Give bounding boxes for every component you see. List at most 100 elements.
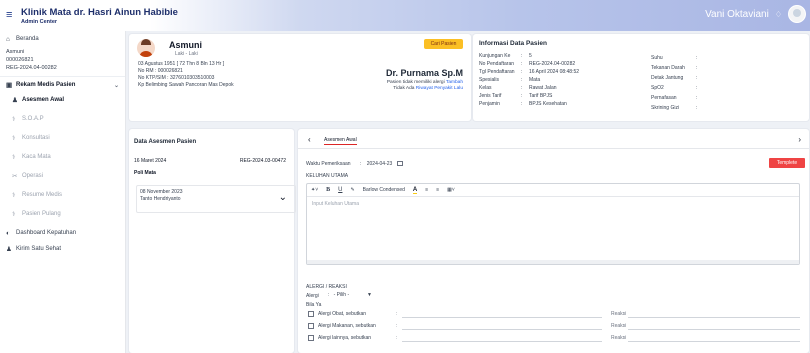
sidebar-item-label: Rekam Medis Pasien <box>16 82 76 88</box>
keluhan-editor[interactable]: ✦˅ B U ✎ Barlow Condensed A ≡ ≡ ▦˅ Input… <box>306 183 800 265</box>
calendar-icon[interactable] <box>396 161 403 167</box>
alergi-lainnya-row[interactable]: Alergi lainnya, sebutkan : Reaksi : <box>306 334 801 342</box>
font-select[interactable]: Barlow Condensed <box>363 187 405 193</box>
sidebar: ⌂ Beranda Asmuni 000026821 REG-2024.04-0… <box>0 31 126 353</box>
data-asesmen-title: Data Asesmen Pasien <box>134 139 197 145</box>
stethoscope-icon: ⚕ <box>12 192 16 199</box>
stethoscope-icon: ⚕ <box>12 154 16 161</box>
info-row: Kelas: Rawat Jalan <box>479 85 557 91</box>
waktu-label: Waktu Pemeriksaan <box>306 161 351 167</box>
bila-ya-label: Bila Ya <box>306 302 322 308</box>
bell-icon[interactable]: ♢ <box>775 10 782 19</box>
user-name: Vani Oktaviani <box>705 8 769 20</box>
item-name: Tanto Hendriyanto <box>140 196 181 202</box>
sidebar-item-kaca-mata[interactable]: ⚕ Kaca Mata <box>0 151 125 163</box>
app-subtitle: Admin Center <box>21 18 58 25</box>
info-title: Informasi Data Pasien <box>479 40 547 47</box>
sidebar-item-rekam-medis[interactable]: ▣ Rekam Medis Pasien ⌄ <box>0 79 125 91</box>
patient-avatar <box>137 39 155 57</box>
allergy-note: Pasien tidak memiliki alergi Tambah Tida… <box>387 80 463 92</box>
info-row: Kunjungan Ke:5 <box>479 53 532 59</box>
sidebar-patient-reg: REG-2024.04-00282 <box>6 65 57 71</box>
asesmen-poli: Poli Mata <box>134 170 156 176</box>
chevron-right-icon[interactable]: › <box>798 135 801 144</box>
history-link[interactable]: Riwayat Penyakit Lalu <box>416 86 463 91</box>
chevron-down-icon[interactable]: ⌄ <box>279 192 287 203</box>
sidebar-item-satusehat[interactable]: ♟ Kirim Satu Sehat <box>0 243 125 255</box>
sidebar-item-label: Asesmen Awal <box>22 97 65 103</box>
stethoscope-icon: ⚕ <box>12 135 16 142</box>
alergi-lainnya-input[interactable] <box>402 341 602 342</box>
alergi-obat-checkbox[interactable] <box>308 311 314 317</box>
sidebar-item-label: Resume Medis <box>22 192 63 198</box>
asesmen-entry[interactable]: 16 Maret 2024 REG-2024.03-00472 Poli Mat… <box>134 158 296 213</box>
chevron-down-icon: ▼ <box>367 292 372 298</box>
underline-icon[interactable]: U <box>338 187 342 193</box>
chevron-left-icon[interactable]: ‹ <box>308 135 311 144</box>
user-menu[interactable]: Vani Oktaviani ♢ <box>705 5 806 23</box>
alergi-obat-row[interactable]: Alergi Obat, sebutkan : Reaksi : <box>306 310 801 318</box>
patient-card: Asmuni Laki - Laki 03 Agustus 1951 [ 72 … <box>129 34 471 121</box>
reaksi-obat-input[interactable] <box>628 317 800 318</box>
sidebar-item-konsultasi[interactable]: ⚕ Konsultasi <box>0 132 125 144</box>
cari-pasien-button[interactable]: Cari Pasien <box>424 39 463 49</box>
data-asesmen-card: Data Asesmen Pasien 16 Maret 2024 REG-20… <box>129 129 296 353</box>
sidebar-item-operasi[interactable]: ✂ Operasi <box>0 170 125 182</box>
alergi-select[interactable]: : - Pilih - ▼ <box>328 292 374 300</box>
user-icon: ♟ <box>12 97 18 104</box>
item-date: 08 November 2023 <box>140 189 183 195</box>
sidebar-item-label: Operasi <box>22 173 44 179</box>
alergi-makanan-row[interactable]: Alergi Makanan, sebutkan : Reaksi : <box>306 322 801 330</box>
asesmen-form-card: ‹ Asesmen Awal › Waktu Pemeriksaan : 202… <box>298 129 809 353</box>
sidebar-item-label: S.O.A.P <box>22 116 44 122</box>
resize-handle[interactable] <box>307 260 799 264</box>
sidebar-item-pasien-pulang[interactable]: ⚕ Pasien Pulang <box>0 208 125 220</box>
allergy-text: Pasien tidak memiliki alergi <box>386 80 445 85</box>
sidebar-item-dashboard[interactable]: ◐ Dashboard Kepatuhan <box>0 227 125 239</box>
reaksi-lainnya-input[interactable] <box>628 341 800 342</box>
stethoscope-icon: ⚕ <box>12 116 16 123</box>
gauge-icon: ◐ <box>6 229 10 237</box>
vital-row: Tekanan Darah: <box>651 65 698 71</box>
vital-row: Suhu: <box>651 55 698 61</box>
sidebar-item-resume-medis[interactable]: ⚕ Resume Medis <box>0 189 125 201</box>
clipboard-icon: ▣ <box>6 82 13 89</box>
templete-button[interactable]: Templete <box>769 158 805 168</box>
alergi-lainnya-checkbox[interactable] <box>308 335 314 341</box>
sidebar-item-beranda[interactable]: ⌂ Beranda <box>0 33 125 45</box>
alergi-obat-label: Alergi Obat, sebutkan <box>318 311 367 317</box>
table-icon[interactable]: ▦˅ <box>447 187 455 193</box>
eraser-icon[interactable]: ✎ <box>350 187 354 193</box>
magic-wand-icon[interactable]: ✦˅ <box>311 187 318 193</box>
sidebar-item-asesmen-awal[interactable]: ♟ Asesmen Awal <box>0 94 125 106</box>
editor-toolbar: ✦˅ B U ✎ Barlow Condensed A ≡ ≡ ▦˅ <box>307 184 799 197</box>
sidebar-item-soap[interactable]: ⚕ S.O.A.P <box>0 113 125 125</box>
doctor-name: Dr. Purnama Sp.M <box>385 68 463 78</box>
alergi-makanan-checkbox[interactable] <box>308 323 314 329</box>
history-text: Tidak Ada <box>393 86 415 91</box>
person-icon: ♟ <box>6 246 12 253</box>
add-allergy-link[interactable]: Tambah <box>446 80 463 85</box>
patient-address: Kp Belimbing Sawah Pancoran Mas Depok <box>138 82 234 88</box>
patient-ktp: No KTP/SIM : 3276010303510003 <box>138 75 215 81</box>
reaksi-makanan-input[interactable] <box>628 329 800 330</box>
stethoscope-icon: ⚕ <box>12 211 16 218</box>
patient-dob: 03 Agustus 1951 [ 72 Thn 8 Bln 13 Hr ] <box>138 61 225 67</box>
operation-icon: ✂ <box>12 173 18 180</box>
alergi-makanan-input[interactable] <box>402 329 602 330</box>
info-card: Informasi Data Pasien Kunjungan Ke:5 No … <box>473 34 809 121</box>
sidebar-item-label: Beranda <box>16 36 39 42</box>
alergi-select-value: - Pilih - <box>333 292 350 298</box>
list-ul-icon[interactable]: ≡ <box>425 187 428 193</box>
waktu-input[interactable]: 2024-04-23 <box>367 161 393 167</box>
asesmen-list-item[interactable]: 08 November 2023 Tanto Hendriyanto ⌄ <box>136 185 296 213</box>
tab-asesmen-awal[interactable]: Asesmen Awal <box>324 137 357 145</box>
sidebar-patient-name: Asmuni <box>6 49 25 55</box>
avatar[interactable] <box>788 5 806 23</box>
bold-icon[interactable]: B <box>326 187 330 193</box>
patient-rm: No RM : 000026821 <box>138 68 183 74</box>
alergi-obat-input[interactable] <box>402 317 602 318</box>
list-ol-icon[interactable]: ≡ <box>436 187 439 193</box>
hamburger-icon[interactable]: ≡ <box>6 10 18 21</box>
font-color-icon[interactable]: A <box>412 187 418 194</box>
